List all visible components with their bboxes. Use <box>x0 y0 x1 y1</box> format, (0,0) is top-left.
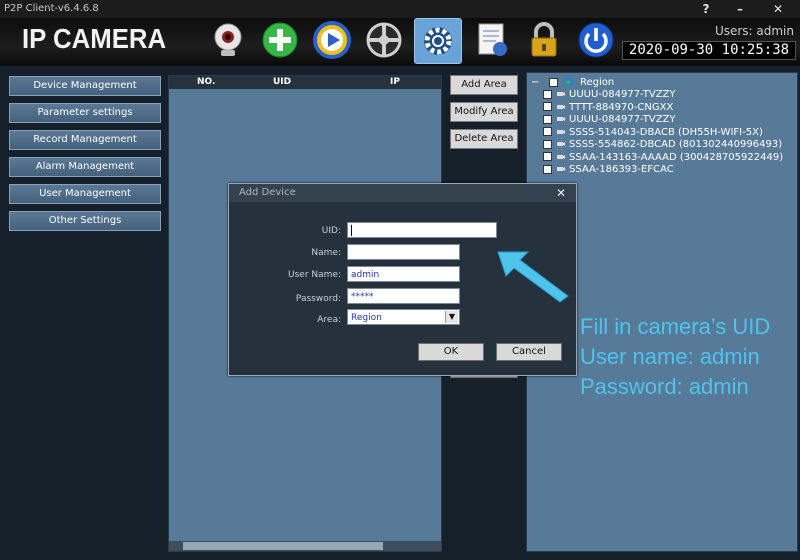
play-icon[interactable] <box>312 20 352 60</box>
current-user-label: Users: admin <box>714 24 794 38</box>
camera-node-icon <box>557 104 565 109</box>
area-select-value: Region <box>351 313 382 323</box>
username-field[interactable]: admin <box>347 266 460 282</box>
instruction-line: Fill in camera’s UID <box>580 314 771 339</box>
camera-node-icon <box>557 154 565 159</box>
camera-node-icon <box>557 142 565 146</box>
instruction-line: Password: admin <box>580 374 749 399</box>
tree-item[interactable]: SSSS-514043-DBACB (DH55H-WIFI-5X) <box>543 127 763 139</box>
help-button[interactable]: ? <box>696 1 716 17</box>
tree-expander-icon[interactable]: − <box>531 77 539 88</box>
tree-checkbox[interactable] <box>543 102 552 111</box>
chevron-down-icon[interactable]: ▼ <box>445 311 458 323</box>
brand-logo: IP CAMERA <box>22 23 167 54</box>
tree-checkbox[interactable] <box>543 127 552 136</box>
instructions-text: Fill in camera’s UID User name: admin Pa… <box>580 312 770 402</box>
tree-item[interactable]: SSAA-143163-AAAAD (300428705922449) <box>543 152 783 164</box>
tree-item-label: SSAA-143163-AAAAD (300428705922449) <box>569 151 784 163</box>
log-icon[interactable] <box>472 20 512 60</box>
column-header-ip[interactable]: IP <box>390 76 400 89</box>
delete-area-button[interactable]: Delete Area <box>450 129 518 149</box>
menu-device-management[interactable]: Device Management <box>9 76 161 96</box>
tree-checkbox[interactable] <box>543 114 552 124</box>
tree-root-label: Region <box>579 77 615 88</box>
tree-item[interactable]: SSSS-554862-DBCAD (801302440996493) <box>543 139 782 151</box>
tree-item-label: UUUU-084977-TVZZY <box>569 114 676 125</box>
tree-checkbox[interactable] <box>543 152 552 161</box>
menu-parameter-settings[interactable]: Parameter settings <box>9 103 161 123</box>
tree-item-label: SSSS-514043-DBACB (DH55H-WIFI-5X) <box>569 126 763 138</box>
globe-icon <box>564 77 574 87</box>
close-button[interactable]: ✕ <box>768 1 788 17</box>
username-label: User Name: <box>288 270 341 280</box>
add-area-button[interactable]: Add Area <box>450 75 518 95</box>
menu-user-management[interactable]: User Management <box>9 184 161 204</box>
menu-record-management[interactable]: Record Management <box>9 130 161 150</box>
column-header-uid[interactable]: UID <box>273 76 291 89</box>
camera-node-icon <box>557 92 565 96</box>
tree-item[interactable]: TTTT-884970-CNGXX <box>543 102 673 114</box>
name-field[interactable] <box>347 244 460 260</box>
pointer-arrow-icon <box>497 251 569 303</box>
name-label: Name: <box>311 248 341 258</box>
settings-icon[interactable] <box>414 18 462 64</box>
instruction-line: User name: admin <box>580 344 760 369</box>
lock-icon[interactable] <box>524 20 564 60</box>
password-field[interactable]: ***** <box>347 288 460 304</box>
text-cursor <box>351 225 352 236</box>
tree-item[interactable]: SSAA-186393-EFCAC <box>543 164 674 176</box>
dialog-close-button[interactable]: ✕ <box>551 185 571 201</box>
title-bar <box>0 0 800 18</box>
minimize-button[interactable]: – <box>730 1 750 17</box>
ptz-icon[interactable] <box>364 20 404 60</box>
camera-node-icon <box>557 129 565 134</box>
tree-checkbox[interactable] <box>543 164 552 174</box>
uid-field[interactable] <box>347 222 497 238</box>
password-label: Password: <box>295 294 341 304</box>
uid-label: UID: <box>321 226 341 236</box>
tree-item-label: UUUU-084977-TVZZY <box>569 89 676 100</box>
camera-icon[interactable] <box>208 20 248 60</box>
device-list-header: NO. UID IP <box>169 76 441 89</box>
tree-item-label: SSSS-554862-DBCAD (801302440996493) <box>569 139 783 150</box>
power-icon[interactable] <box>576 20 616 60</box>
modify-area-button[interactable]: Modify Area <box>450 102 518 122</box>
area-select[interactable]: Region ▼ <box>347 309 460 325</box>
tree-item-label: TTTT-884970-CNGXX <box>569 101 674 113</box>
scrollbar-thumb[interactable] <box>183 542 383 550</box>
menu-alarm-management[interactable]: Alarm Management <box>9 157 161 177</box>
tree-item[interactable]: UUUU-084977-TVZZY <box>543 114 676 126</box>
horizontal-scrollbar[interactable] <box>169 541 441 551</box>
clock-display: 2020-09-30 10:25:38 <box>622 41 796 60</box>
camera-node-icon <box>557 167 565 171</box>
window-title: P2P Client-v6.4.6.8 <box>4 3 99 14</box>
dialog-title: Add Device <box>239 187 296 198</box>
tree-checkbox[interactable] <box>548 77 558 87</box>
tree-item[interactable]: UUUU-084977-TVZZY <box>543 89 676 101</box>
cancel-button[interactable]: Cancel <box>496 343 562 361</box>
area-label: Area: <box>317 315 341 325</box>
tree-root-node[interactable]: − Region <box>531 77 614 89</box>
tree-checkbox[interactable] <box>543 139 552 149</box>
column-header-no[interactable]: NO. <box>197 76 215 89</box>
ok-button[interactable]: OK <box>418 343 484 361</box>
tree-checkbox[interactable] <box>543 89 552 99</box>
tree-item-label: SSAA-186393-EFCAC <box>569 164 674 175</box>
menu-other-settings[interactable]: Other Settings <box>9 211 161 231</box>
add-icon[interactable] <box>260 20 300 60</box>
camera-node-icon <box>557 117 565 121</box>
